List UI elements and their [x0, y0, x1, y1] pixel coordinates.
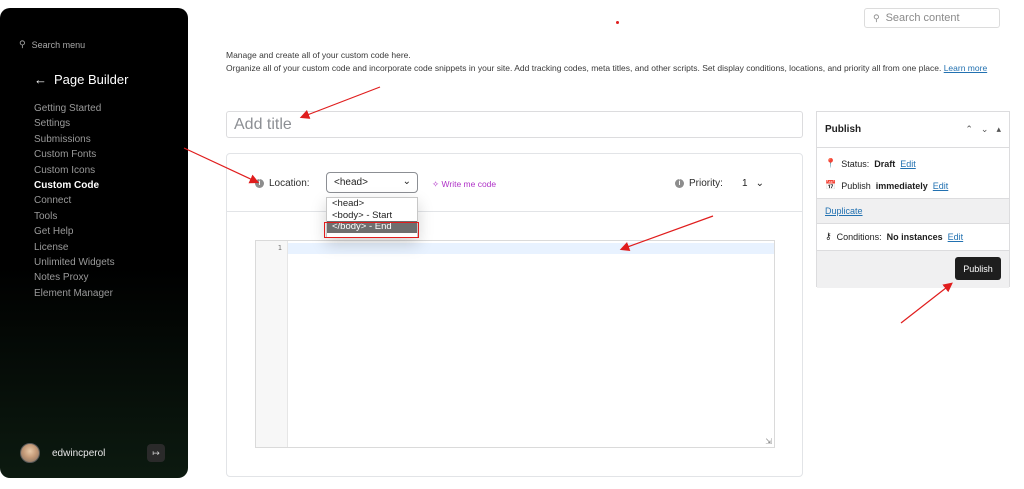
- title-input[interactable]: Add title: [226, 111, 803, 138]
- learn-more-link[interactable]: Learn more: [944, 63, 987, 73]
- content-search-placeholder: Search content: [885, 12, 960, 24]
- write-me-code-button[interactable]: ✧ Write me code: [432, 179, 496, 190]
- location-label-group: i Location:: [255, 178, 310, 189]
- user-profile[interactable]: edwincperol: [20, 443, 105, 463]
- conditions-value: No instances: [886, 231, 943, 242]
- annotation-dot: [616, 21, 619, 24]
- search-icon: ⚲: [873, 12, 880, 23]
- sidebar-item-notes-proxy[interactable]: Notes Proxy: [34, 270, 115, 285]
- info-icon[interactable]: i: [675, 179, 684, 188]
- sidebar-menu: Getting Started Settings Submissions Cus…: [34, 101, 115, 301]
- sidebar-item-submissions[interactable]: Submissions: [34, 132, 115, 147]
- conditions-label: Conditions:: [836, 231, 882, 242]
- sidebar: ⚲ Search menu ← Page Builder Getting Sta…: [0, 8, 188, 478]
- annotation-highlight-box: [324, 222, 419, 238]
- hierarchy-icon: ⚷: [825, 231, 832, 241]
- publish-panel-title: Publish: [825, 124, 862, 135]
- arrow-left-icon: ←: [34, 72, 47, 87]
- sidebar-item-custom-fonts[interactable]: Custom Fonts: [34, 147, 115, 162]
- conditions-row: ⚷ Conditions: No instances Edit: [825, 231, 963, 242]
- search-icon: ⚲: [19, 39, 26, 49]
- sidebar-item-custom-code[interactable]: Custom Code: [34, 178, 115, 193]
- write-me-code-label: Write me code: [441, 179, 497, 189]
- sidebar-item-get-help[interactable]: Get Help: [34, 224, 115, 239]
- duplicate-row: Duplicate: [817, 198, 1009, 224]
- priority-label: Priority:: [689, 178, 723, 189]
- sidebar-item-settings[interactable]: Settings: [34, 116, 115, 131]
- description-line-1: Manage and create all of your custom cod…: [226, 50, 411, 60]
- sparkle-icon: ✧: [432, 179, 440, 189]
- description-line-2: Organize all of your custom code and inc…: [226, 62, 942, 73]
- page: ⚲ Search menu ← Page Builder Getting Sta…: [0, 0, 1024, 489]
- page-description: Manage and create all of your custom cod…: [226, 49, 1022, 74]
- publish-panel-footer: Publish: [817, 250, 1009, 288]
- location-select[interactable]: <head> ⌄: [326, 172, 418, 193]
- status-value: Draft: [874, 158, 896, 169]
- content-search-input[interactable]: ⚲ Search content: [864, 8, 1000, 28]
- location-label: Location:: [269, 178, 310, 189]
- sidebar-item-license[interactable]: License: [34, 240, 115, 255]
- sidebar-item-unlimited-widgets[interactable]: Unlimited Widgets: [34, 255, 115, 270]
- calendar-icon: 📅: [825, 180, 837, 190]
- panel-controls: ⌃ ⌄ ▴: [965, 124, 1001, 135]
- back-to-page-builder[interactable]: ← Page Builder: [34, 72, 128, 87]
- publish-time-row: 📅 Publish immediately Edit: [825, 180, 948, 191]
- publish-time-edit-link[interactable]: Edit: [933, 181, 949, 191]
- logout-icon: ↦: [152, 447, 160, 458]
- sidebar-title: Page Builder: [54, 72, 129, 87]
- code-editor-panel: i Location: <head> ⌄ ✧ Write me code i P…: [226, 153, 803, 477]
- caret-up-icon[interactable]: ▴: [996, 124, 1001, 135]
- priority-value: 1: [742, 178, 748, 189]
- sidebar-search-placeholder: Search menu: [31, 39, 86, 50]
- publish-button[interactable]: Publish: [955, 257, 1001, 280]
- conditions-edit-link[interactable]: Edit: [948, 232, 964, 242]
- title-placeholder: Add title: [234, 115, 292, 133]
- priority-select[interactable]: 1 ⌄: [735, 173, 773, 194]
- publish-time-label: Publish: [841, 180, 871, 191]
- chevron-down-icon: ⌄: [755, 178, 764, 189]
- chevron-down-icon: ⌄: [402, 176, 411, 187]
- chevron-down-icon[interactable]: ⌄: [981, 124, 989, 135]
- active-line[interactable]: [288, 243, 774, 254]
- status-label: Status:: [841, 158, 870, 169]
- pin-icon: 📍: [825, 158, 837, 168]
- publish-panel: Publish ⌃ ⌄ ▴ 📍 Status: Draft Edit 📅 Pub…: [816, 111, 1010, 288]
- info-icon[interactable]: i: [255, 179, 264, 188]
- logout-button[interactable]: ↦: [147, 444, 165, 462]
- resize-handle-icon[interactable]: ⇲: [765, 437, 772, 446]
- avatar: [20, 443, 40, 463]
- line-gutter: 1: [256, 241, 288, 447]
- publish-time-value: immediately: [875, 180, 928, 191]
- chevron-up-icon[interactable]: ⌃: [965, 124, 973, 135]
- code-settings-bar: i Location: <head> ⌄ ✧ Write me code i P…: [227, 154, 802, 212]
- status-row: 📍 Status: Draft Edit: [825, 158, 916, 169]
- sidebar-search[interactable]: ⚲ Search menu: [19, 39, 85, 50]
- sidebar-item-custom-icons[interactable]: Custom Icons: [34, 163, 115, 178]
- location-option-head[interactable]: <head>: [327, 198, 417, 210]
- status-edit-link[interactable]: Edit: [900, 159, 916, 169]
- priority-label-group: i Priority:: [675, 178, 723, 189]
- location-option-body-start[interactable]: <body> - Start: [327, 210, 417, 222]
- location-value: <head>: [334, 177, 368, 188]
- sidebar-item-tools[interactable]: Tools: [34, 209, 115, 224]
- duplicate-link[interactable]: Duplicate: [825, 206, 863, 216]
- username: edwincperol: [52, 447, 106, 459]
- line-number: 1: [277, 244, 282, 252]
- sidebar-item-getting-started[interactable]: Getting Started: [34, 101, 115, 116]
- sidebar-item-element-manager[interactable]: Element Manager: [34, 286, 115, 301]
- annotation-arrow-publish: [900, 282, 953, 324]
- sidebar-item-connect[interactable]: Connect: [34, 193, 115, 208]
- code-editor[interactable]: 1 ⇲: [255, 240, 775, 448]
